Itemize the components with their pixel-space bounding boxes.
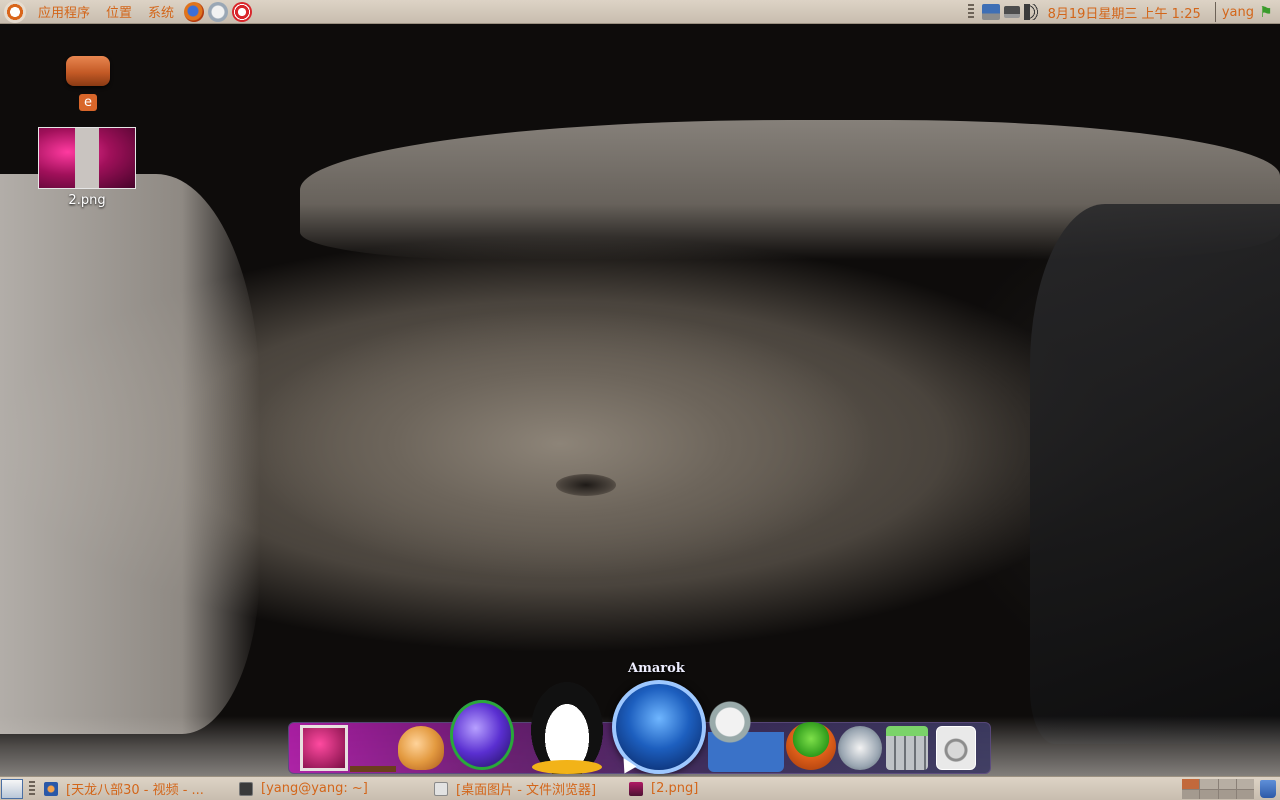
drive-icon [66, 56, 110, 86]
task-button[interactable]: [天龙八部30 - 视频 - ... [40, 778, 230, 800]
tux-icon[interactable] [524, 680, 610, 774]
workspace-6[interactable] [1200, 789, 1218, 799]
workspace-3[interactable] [1218, 779, 1236, 789]
panel-handle[interactable] [29, 780, 35, 797]
terminal-icon [239, 781, 253, 796]
video-icon [44, 781, 58, 796]
workspace-4[interactable] [1236, 779, 1254, 789]
desktop-icon-drive[interactable]: e [38, 50, 138, 111]
workspace-5[interactable] [1182, 789, 1200, 799]
folder-icon [434, 781, 448, 796]
ubuntu-logo-icon[interactable] [4, 0, 26, 23]
trash-icon[interactable] [1260, 780, 1276, 798]
tomboy-icon[interactable] [786, 722, 836, 770]
globe-icon[interactable] [450, 700, 514, 770]
system-tray: 8月19日星期三 上午 1:25 yang ⚑ [962, 0, 1280, 24]
menu-system[interactable]: 系统 [140, 2, 182, 21]
desktop-icon-label: 2.png [68, 193, 106, 208]
tree-icon[interactable] [350, 726, 396, 772]
task-button[interactable]: [2.png] [625, 778, 815, 800]
menu-places[interactable]: 位置 [98, 2, 140, 21]
image-thumbnail-icon [38, 127, 136, 189]
workspace-2[interactable] [1200, 779, 1218, 789]
workspace-7[interactable] [1218, 789, 1236, 799]
wallpaper-detail-shape [556, 474, 616, 496]
panel-handle[interactable] [967, 4, 974, 20]
desktop-icon-label: e [79, 94, 97, 111]
volume-icon[interactable] [1023, 4, 1042, 20]
task-label: [天龙八部30 - 视频 - ... [66, 783, 204, 798]
image-viewer-icon[interactable] [300, 725, 348, 771]
calculator-icon[interactable] [886, 726, 928, 770]
task-label: [2.png] [651, 781, 699, 796]
disk-icon[interactable] [936, 726, 976, 770]
firefox-icon[interactable] [184, 1, 205, 22]
task-button[interactable]: [桌面图片 - 文件浏览器] [430, 778, 620, 800]
task-label: [桌面图片 - 文件浏览器] [456, 783, 597, 798]
wallpaper-jeans-shape [1030, 204, 1280, 744]
mail-icon[interactable] [208, 1, 229, 22]
top-panel: 应用程序 位置 系统 8月19日星期三 上午 1:25 yang ⚑ [0, 0, 1280, 24]
wallpaper-sleeve-shape [0, 174, 260, 734]
quit-icon[interactable]: ⚑ [1258, 3, 1274, 21]
user-name[interactable]: yang [1222, 5, 1254, 20]
dock-tooltip: Amarok [628, 661, 685, 676]
task-button[interactable]: [yang@yang: ~] [235, 778, 425, 800]
help-icon[interactable] [232, 1, 253, 22]
show-desktop-button[interactable] [1, 778, 23, 799]
task-label: [yang@yang: ~] [261, 781, 368, 796]
panel-separator [1214, 2, 1216, 22]
image-icon [629, 781, 643, 796]
network-icon[interactable] [981, 4, 1000, 20]
laptop-icon[interactable] [1003, 6, 1020, 18]
shell-icon[interactable] [398, 726, 444, 770]
clock[interactable]: 8月19日星期三 上午 1:25 [1048, 3, 1201, 22]
bottom-panel: [天龙八部30 - 视频 - ... [yang@yang: ~] [桌面图片 … [0, 776, 1280, 800]
workspace-8[interactable] [1236, 789, 1254, 799]
film-icon[interactable] [838, 726, 882, 770]
workspace-switcher [1182, 779, 1254, 799]
workspace-1[interactable] [1182, 779, 1200, 789]
menu-applications[interactable]: 应用程序 [30, 2, 98, 21]
media-player-icon[interactable] [708, 692, 784, 772]
desktop-icon-image[interactable]: 2.png [37, 127, 137, 208]
